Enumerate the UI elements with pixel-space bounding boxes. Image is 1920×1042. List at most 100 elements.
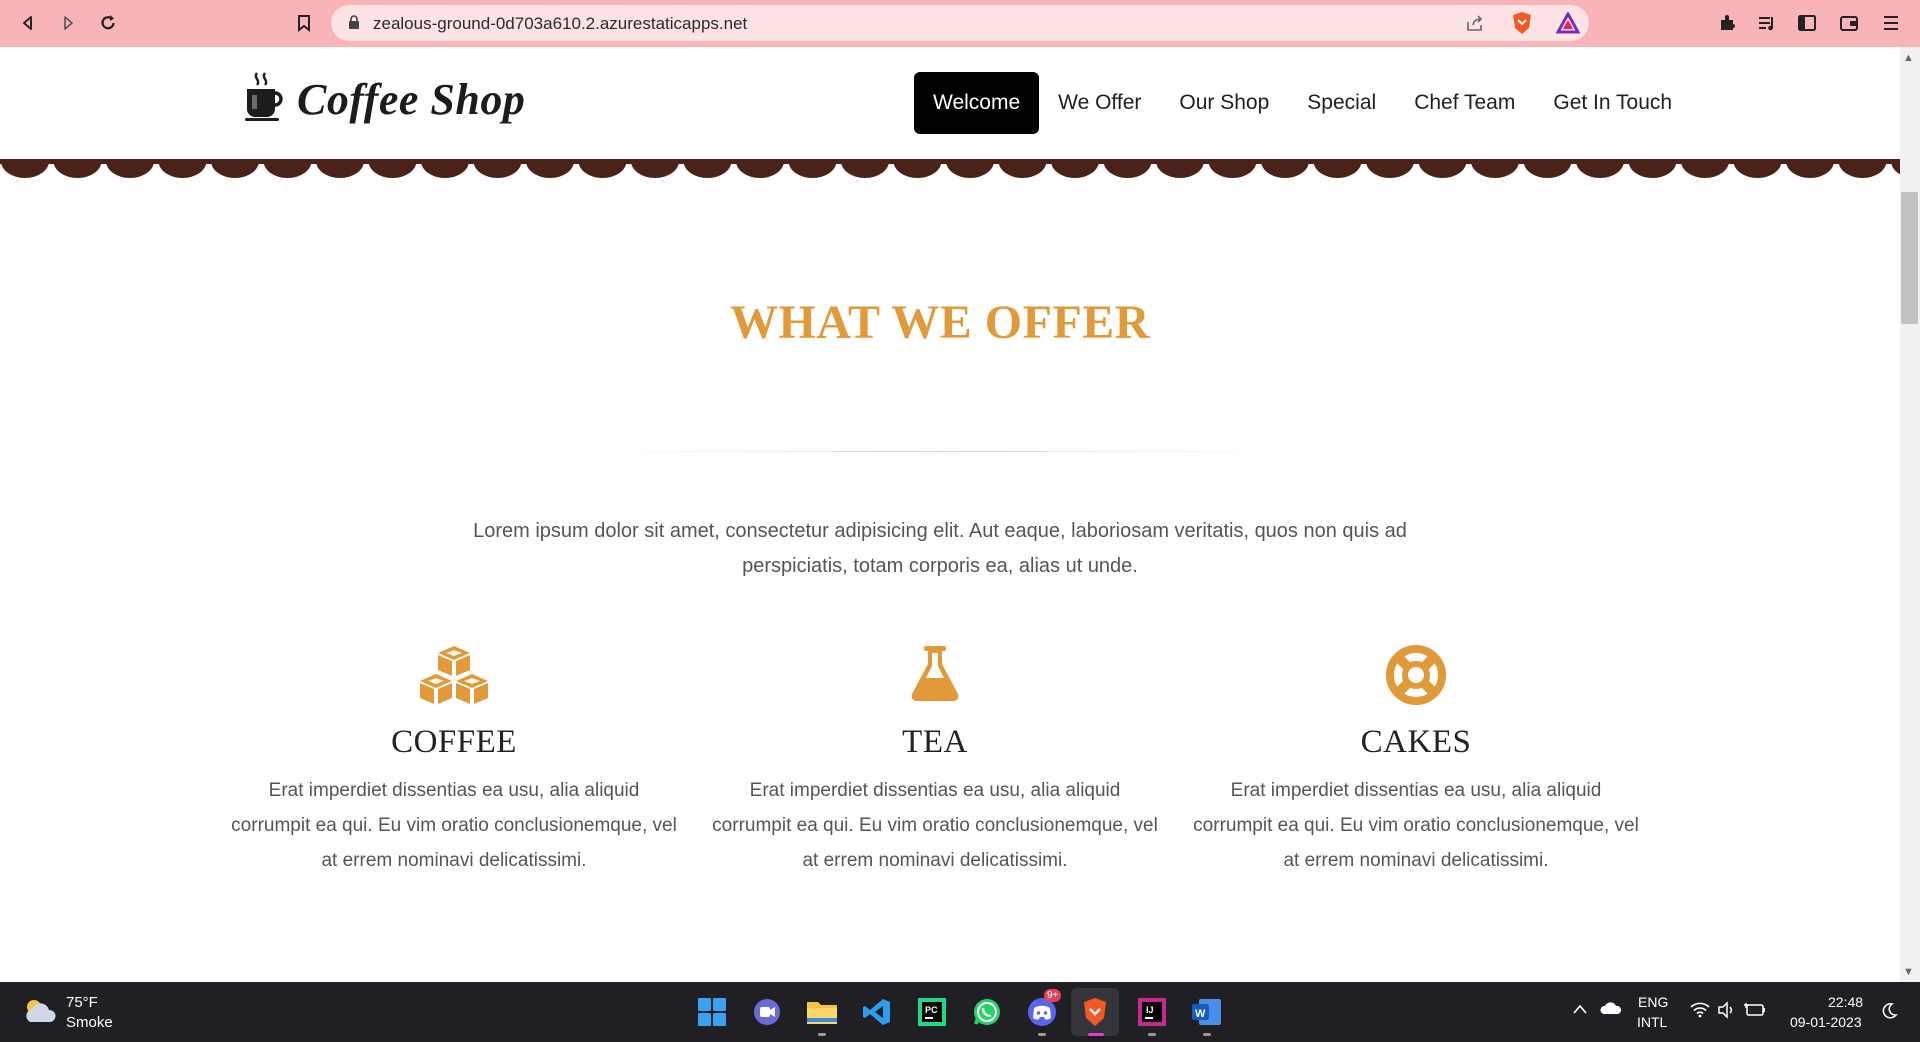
- pycharm-icon[interactable]: PC: [915, 995, 949, 1029]
- life-ring-icon: [1191, 644, 1641, 712]
- scallop-arc: [1681, 161, 1729, 178]
- svg-text:IJ: IJ: [1146, 1005, 1154, 1015]
- scallop-arc: [946, 161, 994, 178]
- windows-taskbar: 75°F Smoke PC 9+ IJ W ENG INTL 22:48 09-…: [0, 982, 1920, 1042]
- onedrive-cloud-icon[interactable]: [1600, 1001, 1622, 1020]
- scallop-arc: [263, 161, 312, 178]
- scallop-border: [0, 159, 1900, 178]
- scallop-arc: [1366, 161, 1414, 178]
- nav-item-get-in-touch[interactable]: Get In Touch: [1534, 72, 1691, 134]
- chevron-up-icon[interactable]: [1572, 1002, 1588, 1020]
- teams-chat-icon[interactable]: [750, 995, 784, 1029]
- battery-icon[interactable]: [1744, 1002, 1766, 1023]
- extensions-icon[interactable]: [1715, 11, 1739, 35]
- notification-badge: 9+: [1044, 989, 1062, 1002]
- scallop-arc: [841, 161, 889, 178]
- lock-icon: [348, 15, 360, 30]
- bookmark-icon[interactable]: [292, 11, 316, 35]
- scallop-arc: [1576, 161, 1624, 178]
- nav-item-chef-team[interactable]: Chef Team: [1395, 72, 1534, 134]
- focus-moon-icon[interactable]: [1880, 1002, 1898, 1025]
- coffee-cup-icon: [243, 71, 285, 128]
- section-intro: Lorem ipsum dolor sit amet, consectetur …: [473, 520, 1407, 577]
- feature-title: CAKES: [1360, 724, 1472, 760]
- brave-browser-icon[interactable]: [1078, 995, 1112, 1029]
- intellij-icon[interactable]: IJ: [1135, 995, 1169, 1029]
- wallet-icon[interactable]: [1837, 11, 1861, 35]
- language-top[interactable]: ENG: [1638, 994, 1668, 1010]
- scallop-arc: [1051, 161, 1099, 178]
- windows-start-icon[interactable]: [695, 995, 729, 1029]
- scallop-arc: [526, 161, 574, 178]
- nav-item-we-offer[interactable]: We Offer: [1039, 72, 1160, 134]
- scallop-arc: [316, 161, 364, 178]
- feature-description: Erat imperdiet dissentias ea usu, alia a…: [712, 780, 1158, 871]
- weather-cloud-icon[interactable]: [22, 996, 58, 1031]
- scallop-arc: [1103, 161, 1152, 178]
- whatsapp-icon[interactable]: [970, 995, 1004, 1029]
- site-logo[interactable]: Coffee Shop: [243, 71, 525, 128]
- page-viewport: Coffee Shop Welcome We Offer Our Shop Sp…: [0, 47, 1900, 982]
- menu-icon[interactable]: [1879, 11, 1903, 35]
- scallop-arc: [1208, 161, 1257, 178]
- scallop-arc: [1156, 161, 1204, 178]
- scallop-arc: [106, 161, 154, 178]
- share-icon[interactable]: [1465, 13, 1485, 33]
- nav-item-our-shop[interactable]: Our Shop: [1160, 72, 1288, 134]
- scallop-arc: [631, 161, 679, 178]
- feature-cakes: CAKES Erat imperdiet dissentias ea usu, …: [1191, 644, 1641, 878]
- feature-coffee: COFFEE Erat imperdiet dissentias ea usu,…: [229, 644, 679, 878]
- scallop-arc: [1891, 161, 1900, 175]
- vscode-icon[interactable]: [860, 995, 894, 1029]
- brave-shield-icon[interactable]: [1511, 11, 1533, 35]
- running-indicator: [1038, 1033, 1046, 1036]
- scallop-arc: [788, 161, 837, 178]
- running-indicator: [1203, 1033, 1211, 1036]
- scallop-arc: [683, 161, 732, 178]
- clock-date[interactable]: 09-01-2023: [1790, 1014, 1862, 1030]
- scroll-down-icon[interactable]: ▼: [1903, 966, 1914, 978]
- feature-description: Erat imperdiet dissentias ea usu, alia a…: [1193, 780, 1639, 871]
- scrollbar-thumb[interactable]: [1901, 192, 1918, 324]
- file-explorer-icon[interactable]: [805, 995, 839, 1029]
- forward-icon[interactable]: [56, 11, 80, 35]
- running-indicator: [818, 1033, 826, 1036]
- wifi-icon[interactable]: [1690, 1002, 1710, 1023]
- weather-temp: 75°F: [66, 994, 98, 1011]
- page-scrollbar[interactable]: [1900, 47, 1920, 982]
- media-queue-icon[interactable]: [1755, 11, 1779, 35]
- volume-icon[interactable]: [1717, 1001, 1735, 1024]
- sidebar-icon[interactable]: [1795, 11, 1819, 35]
- scallop-arc: [1, 161, 49, 178]
- svg-text:W: W: [1195, 1008, 1206, 1020]
- nav-item-special[interactable]: Special: [1288, 72, 1395, 134]
- language-bottom[interactable]: INTL: [1637, 1014, 1667, 1030]
- word-icon[interactable]: W: [1190, 995, 1224, 1029]
- address-bar[interactable]: zealous-ground-0d703a610.2.azurestaticap…: [331, 5, 1589, 41]
- scallop-arc: [421, 161, 469, 178]
- reload-icon[interactable]: [96, 11, 120, 35]
- feature-title: TEA: [902, 724, 968, 760]
- feature-tea: TEA Erat imperdiet dissentias ea usu, al…: [710, 644, 1160, 878]
- back-icon[interactable]: [16, 11, 40, 35]
- scallop-arc: [1523, 161, 1572, 178]
- section-title: WHAT WE OFFER: [730, 296, 1150, 349]
- feature-description: Erat imperdiet dissentias ea usu, alia a…: [231, 780, 677, 871]
- scallop-arc: [893, 161, 942, 178]
- scallop-arc: [1733, 161, 1782, 178]
- svg-text:PC: PC: [925, 1005, 938, 1015]
- scallop-arc: [1628, 161, 1677, 178]
- scallop-arc: [578, 161, 627, 178]
- cubes-icon: [229, 644, 679, 712]
- scallop-arc: [1418, 161, 1467, 178]
- title-divider: [600, 451, 1280, 452]
- scallop-arc: [368, 161, 417, 178]
- brave-rewards-icon[interactable]: [1556, 12, 1580, 34]
- scroll-up-icon[interactable]: ▲: [1903, 52, 1914, 64]
- clock-time[interactable]: 22:48: [1828, 994, 1863, 1010]
- active-indicator: [1088, 1033, 1104, 1036]
- scallop-arc: [158, 161, 207, 178]
- scallop-arc: [53, 161, 102, 178]
- nav-item-welcome[interactable]: Welcome: [914, 72, 1040, 134]
- scallop-arc: [998, 161, 1047, 178]
